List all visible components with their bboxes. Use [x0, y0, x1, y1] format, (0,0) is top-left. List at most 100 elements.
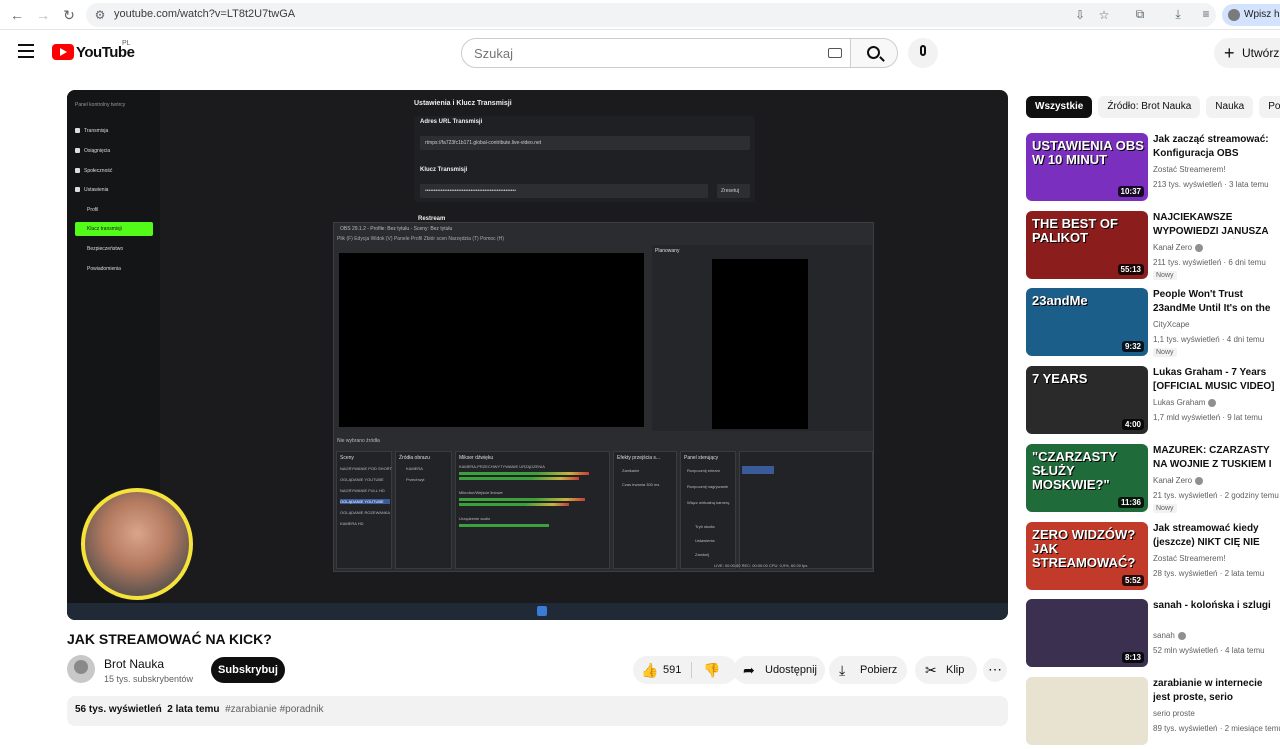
facecam-overlay [81, 488, 193, 600]
recommendation-channel[interactable]: Kanał Zero [1153, 476, 1204, 485]
recommendation-title[interactable]: sanah - kolońska i szlugi [1153, 599, 1280, 613]
site-info-icon[interactable]: ⚙ [92, 7, 108, 23]
tab-search-icon[interactable]: ≡ [1198, 6, 1214, 22]
chip-science[interactable]: Nauka [1206, 96, 1254, 118]
obs-mixer-dock: Mikser dźwięku KAMERA-PRZECHWYTYWANIE UR… [455, 451, 610, 569]
source-item: Przechwyt [406, 477, 425, 482]
video-thumbnail[interactable]: 7 YEARS 4:00 [1026, 366, 1148, 435]
video-thumbnail[interactable]: 8:13 [1026, 599, 1148, 668]
recommendation-item[interactable]: ZERO WIDZÓW? JAK STREAMOWAĆ? 5:52 Jak stre… [1026, 521, 1280, 594]
recommendation-item[interactable]: THE BEST OF PALIKOT 55:13 NAJCIEKAWSZE WYP… [1026, 210, 1280, 283]
recommendation-meta: 28 tys. wyświetleń · 2 lata temu [1153, 568, 1265, 578]
youtube-header: YouTube PL + Utwórz [0, 30, 1280, 76]
video-thumbnail[interactable]: ZERO WIDZÓW? JAK STREAMOWAĆ? 5:52 [1026, 521, 1148, 590]
video-thumbnail[interactable]: 23andMe 9:32 [1026, 288, 1148, 357]
bookmark-star-icon[interactable]: ☆ [1096, 7, 1112, 23]
channel-avatar[interactable] [67, 655, 95, 683]
recommendation-title[interactable]: MAZUREK: CZARZASTY NA WOJNIE Z TUSKIEM I… [1153, 444, 1280, 472]
recommendation-channel[interactable]: CityXcape [1153, 320, 1189, 329]
kick-settings-heading: Ustawienia i Klucz Transmisji [414, 100, 512, 107]
audio-meter [459, 524, 549, 527]
obs-sources-dock: Źródła obrazu KAMERA Przechwyt [395, 451, 452, 569]
recommendation-title[interactable]: NAJCIEKAWSZE WYPOWIEDZI JANUSZA PALIKOTA… [1153, 211, 1280, 239]
keyboard-icon[interactable] [828, 48, 842, 58]
description-box[interactable]: 56 tys. wyświetleń 2 lata temu #zarabian… [67, 696, 1008, 726]
dislike-button[interactable]: 👎 [697, 656, 733, 684]
kick-nav-item-active: Klucz transmisji [75, 222, 153, 236]
chip-source[interactable]: Źródło: Brot Nauka [1098, 96, 1201, 118]
recommendation-title[interactable]: People Won't Trust 23andMe Until It's on… [1153, 288, 1280, 316]
address-bar[interactable]: ⚙ youtube.com/watch?v=LT8t2U7twGA ⇩ ☆ [86, 3, 1216, 27]
stream-key-label: Klucz Transmisji [420, 167, 468, 173]
verified-icon [1195, 476, 1204, 485]
recommendation-channel[interactable]: Lukas Graham [1153, 398, 1217, 407]
subscribe-button[interactable]: Subskrybuj [211, 657, 285, 683]
forward-icon[interactable]: → [34, 6, 52, 24]
recommendation-item[interactable]: zarabianie w internecie jest proste, ser… [1026, 676, 1280, 749]
video-thumbnail[interactable]: USTAWIENIA OBS W 10 MINUT 10:37 [1026, 133, 1148, 201]
browser-toolbar: ← → ↻ ⚙ youtube.com/watch?v=LT8t2U7twGA … [0, 0, 1280, 30]
video-title: JAK STREAMOWAĆ NA KICK? [67, 631, 272, 647]
recommendation-channel[interactable]: serio proste [1153, 709, 1195, 718]
hamburger-menu-icon[interactable] [18, 44, 34, 58]
thumbnail-text: USTAWIENIA OBS W 10 MINUT [1032, 138, 1144, 167]
recommendation-channel[interactable]: Zostać Streamerem! [1153, 554, 1225, 563]
recommendation-item[interactable]: 23andMe 9:32 People Won't Trust 23andMe Un… [1026, 288, 1280, 360]
download-button[interactable]: ⤓ Pobierz [829, 656, 907, 684]
reload-icon[interactable]: ↻ [60, 6, 78, 24]
youtube-logo[interactable]: YouTube PL [52, 40, 135, 61]
create-button[interactable]: + Utwórz [1214, 38, 1280, 68]
recommendation-title[interactable]: Lukas Graham - 7 Years [OFFICIAL MUSIC V… [1153, 366, 1280, 394]
recommendation-title[interactable]: zarabianie w internecie jest proste, ser… [1153, 677, 1280, 705]
back-icon[interactable]: ← [8, 6, 26, 24]
recommendation-item[interactable]: "CZARZASTY SŁUŻY MOSKWIE?" 11:36 MAZUREK: … [1026, 443, 1280, 516]
selected-scene-marker [742, 466, 774, 474]
region-code: PL [122, 40, 131, 47]
extensions-icon[interactable]: ⧉ [1132, 6, 1148, 22]
voice-search-button[interactable] [908, 38, 938, 68]
no-source-label: Nie wybrano źródła [337, 438, 380, 444]
kick-nav-item: Społeczność [75, 168, 112, 174]
mixer-channel: KAMERA-PRZECHWYTYWANIE URZĄDZENIA [459, 464, 545, 469]
kick-nav-item: Bezpieczeństwo [87, 246, 124, 252]
chip-all[interactable]: Wszystkie [1026, 96, 1093, 118]
search-box[interactable] [461, 38, 851, 68]
more-actions-icon[interactable]: ⋯ [983, 658, 1007, 682]
audio-meter [459, 477, 579, 480]
hashtags[interactable]: #zarabianie #poradnik [225, 704, 323, 715]
video-duration: 4:00 [1121, 419, 1144, 431]
search-button[interactable] [850, 38, 898, 68]
clip-label: Klip [946, 664, 965, 676]
video-thumbnail[interactable] [1026, 676, 1148, 745]
obs-menubar: Plik (F) Edycja Widok (V) Panele Profil … [337, 236, 504, 242]
video-duration: 5:52 [1121, 574, 1144, 586]
channel-name[interactable]: Brot Nauka [104, 657, 164, 671]
video-player[interactable]: Panel kontrolny twórcy Transmisja Osiągn… [67, 90, 1008, 620]
recommendation-title[interactable]: Jak zacząć streamować: Konfiguracja OBS [1153, 133, 1280, 161]
search-input[interactable] [474, 46, 814, 61]
plus-icon: + [1224, 43, 1235, 63]
chip-more[interactable]: Po [1259, 96, 1280, 118]
thumbnail-text: 23andMe [1032, 293, 1088, 309]
clip-button[interactable]: ✂ Klip [915, 656, 977, 684]
install-icon[interactable]: ⇩ [1072, 7, 1088, 23]
like-count: 591 [663, 664, 682, 676]
recommendation-title[interactable]: Jak streamować kiedy (jeszcze) NIKT CIĘ … [1153, 522, 1280, 550]
recommendation-meta: 213 tys. wyświetleń · 3 lata temu [1153, 180, 1269, 189]
video-thumbnail[interactable]: THE BEST OF PALIKOT 55:13 [1026, 210, 1148, 279]
downloads-icon[interactable]: ⤓ [1170, 6, 1186, 22]
recommendation-channel[interactable]: Zostać Streamerem! [1153, 165, 1225, 174]
obs-program-panel: Planowany [652, 245, 872, 431]
scene-item: KAMERA HD [340, 521, 364, 526]
stream-url-field: rtmps://fa723fc1b171.global-contribute.l… [420, 136, 750, 150]
recommendation-item[interactable]: USTAWIENIA OBS W 10 MINUT 10:37 Jak zacząć… [1026, 133, 1280, 205]
profile-chip[interactable]: Wpisz ha [1222, 4, 1280, 26]
recommendation-item[interactable]: 7 YEARS 4:00 Lukas Graham - 7 Years [OFFIC… [1026, 366, 1280, 438]
recommendation-item[interactable]: 8:13 sanah - kolońska i szlugi sanah 52 mln… [1026, 599, 1280, 671]
recommendation-channel[interactable]: sanah [1153, 631, 1186, 640]
like-button[interactable]: 👍 591 [641, 656, 689, 684]
recommendation-channel[interactable]: Kanał Zero [1153, 243, 1204, 252]
video-thumbnail[interactable]: "CZARZASTY SŁUŻY MOSKWIE?" 11:36 [1026, 443, 1148, 512]
obs-scenes-dock: Sceny NAGRYWANIE POD SHORT OGLĄDANIE YOU… [336, 451, 392, 569]
share-button[interactable]: ➦ Udostępnij [733, 656, 825, 684]
